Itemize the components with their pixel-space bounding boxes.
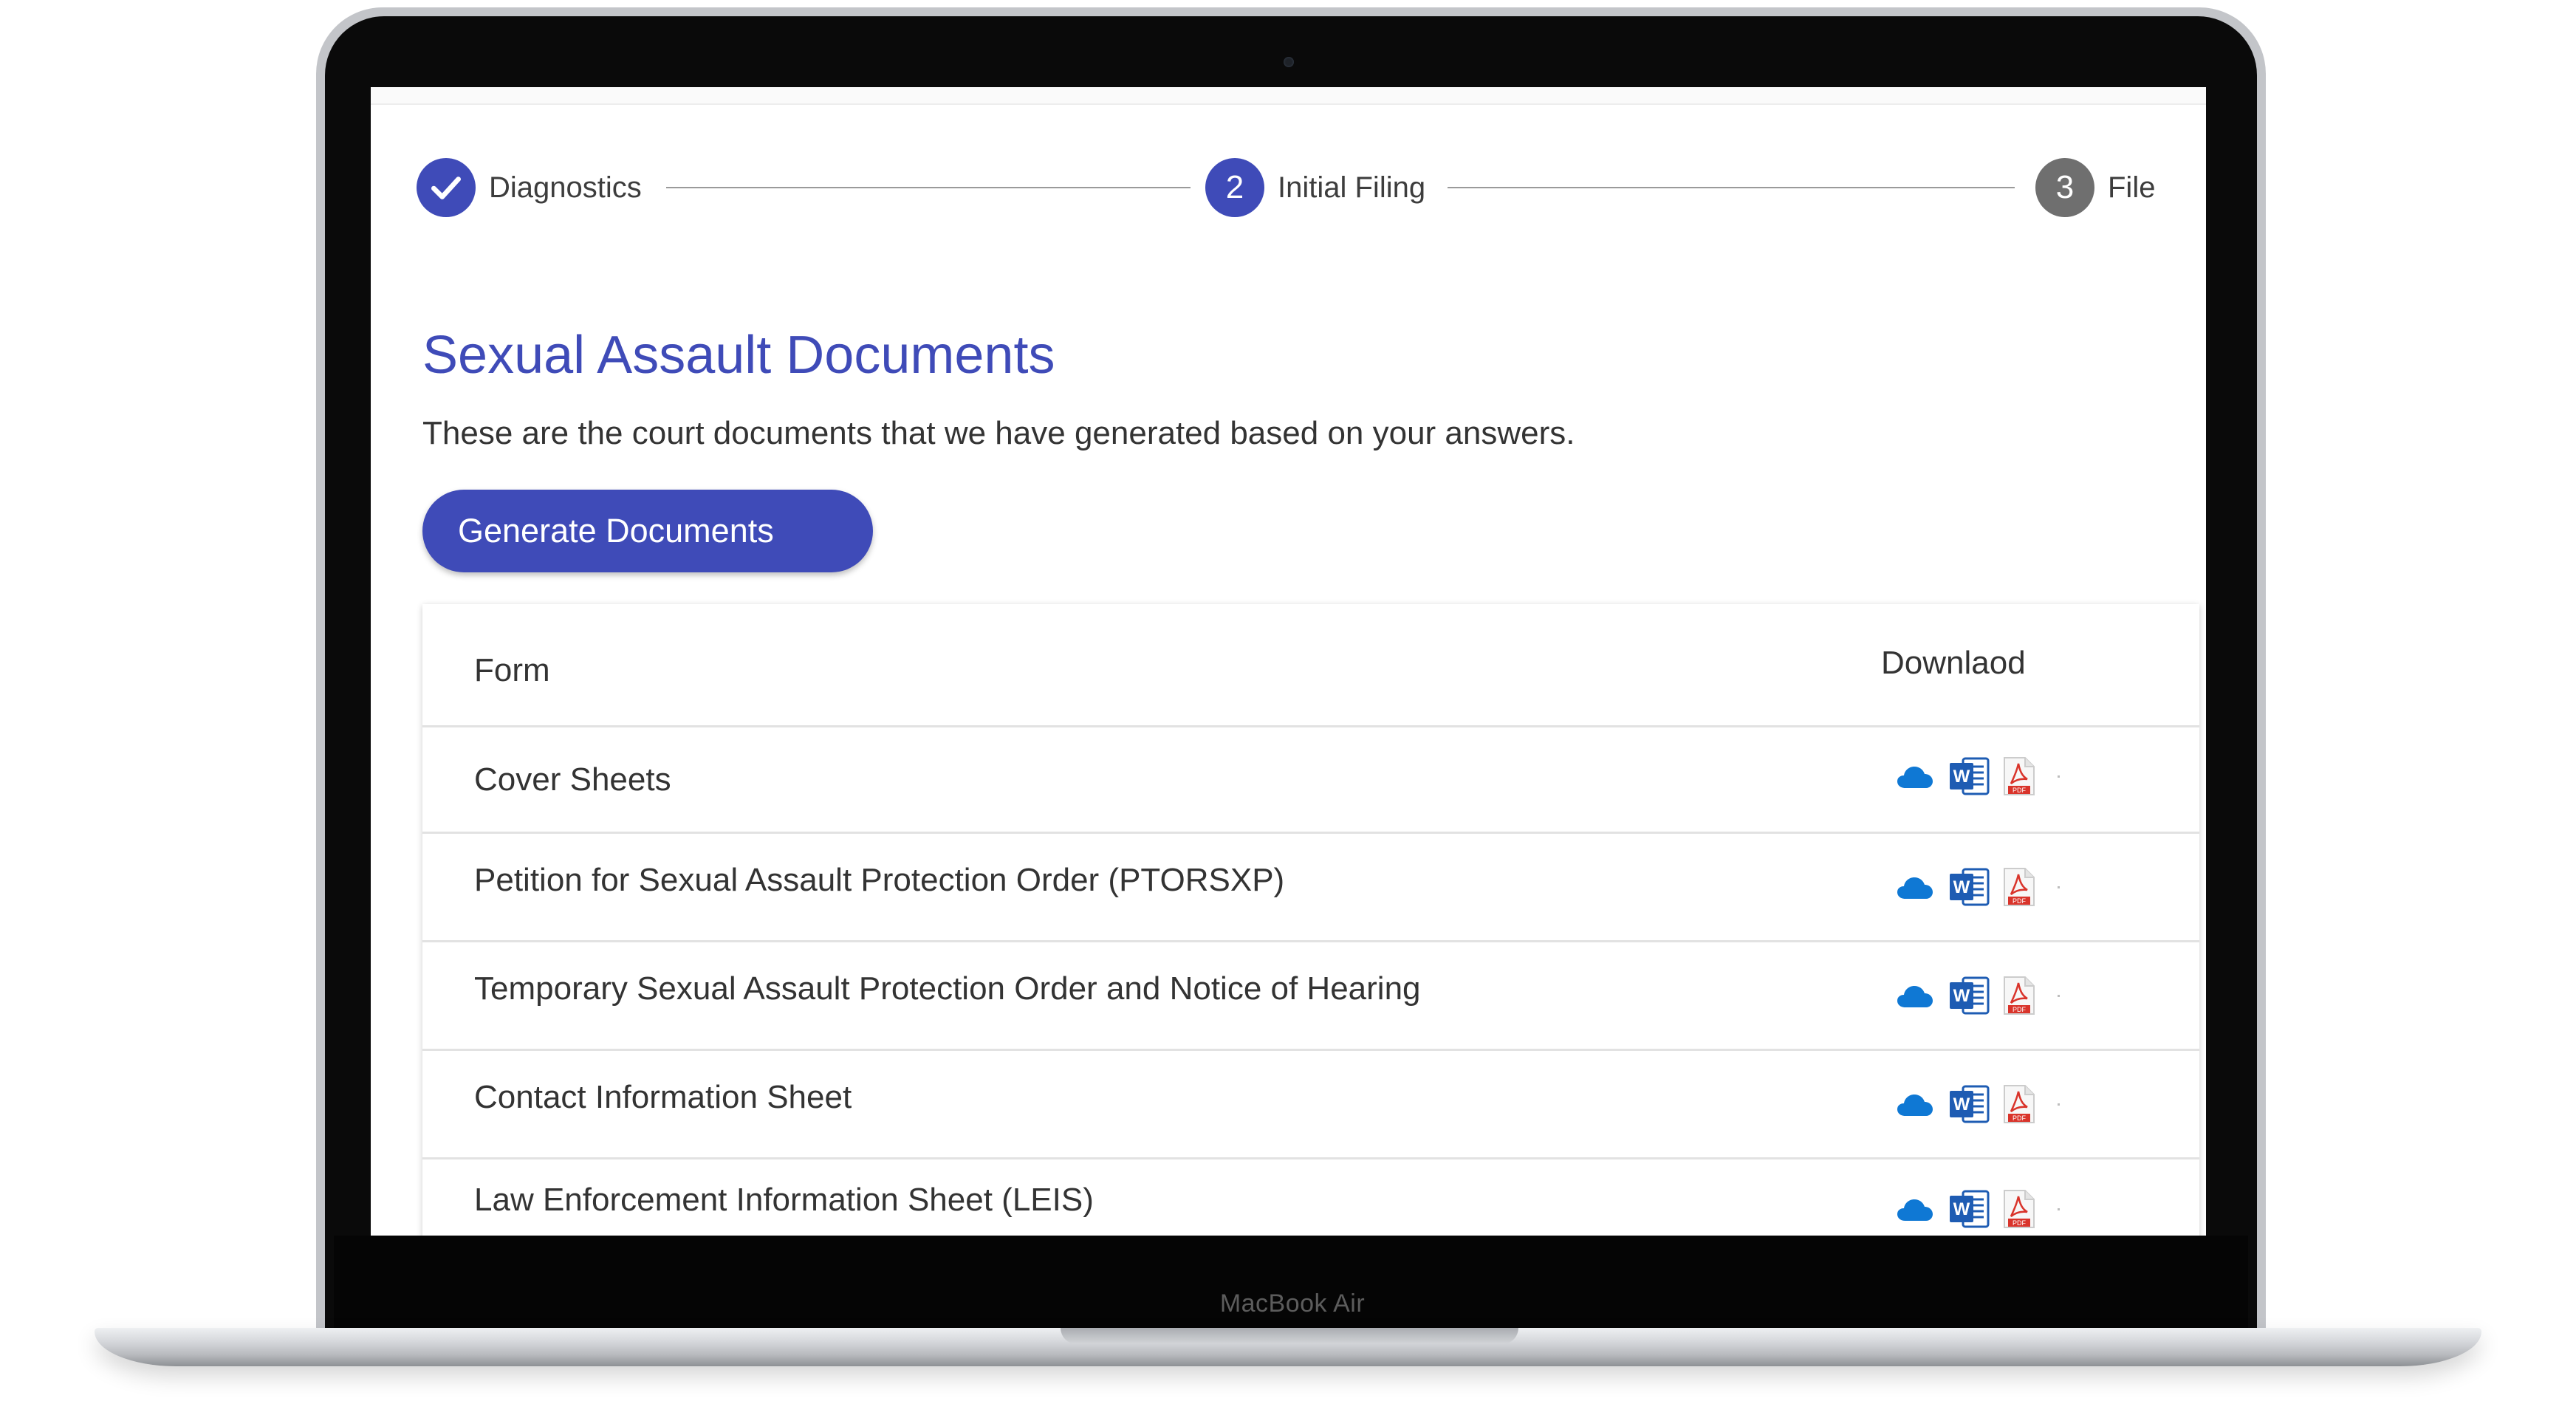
separator-dot [2058, 1103, 2060, 1106]
word-doc-icon[interactable]: W [1948, 867, 1990, 907]
step-initial-filing[interactable]: 2 Initial Filing [1205, 157, 1425, 218]
screen: Diagnostics 2 Initial Filing 3 File Sexu… [371, 87, 2206, 1236]
form-name: Temporary Sexual Assault Protection Orde… [474, 970, 1421, 1007]
step-connector [666, 187, 1191, 188]
download-options: W PDF [1897, 1084, 2060, 1124]
form-name: Cover Sheets [474, 761, 671, 798]
checkmark-icon [417, 158, 476, 217]
generate-documents-button[interactable]: Generate Documents [422, 490, 873, 572]
column-header-download: Downlaod [1881, 645, 2026, 681]
separator-dot [2058, 775, 2060, 778]
product-mockup: MacBook Air Diagnostics 2 Initial Filing… [0, 0, 2576, 1401]
separator-dot [2058, 886, 2060, 888]
svg-text:W: W [1953, 1199, 1970, 1219]
svg-text:W: W [1953, 986, 1970, 1006]
step-number: 3 [2035, 158, 2094, 217]
svg-text:PDF: PDF [2012, 897, 2027, 905]
table-row: Law Enforcement Information Sheet (LEIS)… [422, 1159, 2199, 1236]
separator-dot [2058, 994, 2060, 997]
onedrive-cloud-icon[interactable] [1897, 874, 1933, 900]
pdf-file-icon[interactable]: PDF [2003, 976, 2035, 1015]
separator-dot [2058, 1208, 2060, 1210]
form-name: Petition for Sexual Assault Protection O… [474, 862, 1285, 898]
svg-text:PDF: PDF [2012, 1006, 2027, 1013]
step-number: 2 [1205, 158, 1264, 217]
svg-text:W: W [1953, 1095, 1970, 1114]
step-file[interactable]: 3 File [2035, 157, 2155, 218]
svg-text:PDF: PDF [2012, 1219, 2027, 1227]
table-row: Temporary Sexual Assault Protection Orde… [422, 942, 2199, 1051]
top-bar [371, 87, 2206, 105]
onedrive-cloud-icon[interactable] [1897, 764, 1933, 789]
word-doc-icon[interactable]: W [1948, 976, 1990, 1015]
table-row: Cover Sheets W PDF [422, 725, 2199, 834]
pdf-file-icon[interactable]: PDF [2003, 1189, 2035, 1229]
camera-icon [1284, 57, 1294, 67]
download-options: W PDF [1897, 1189, 2060, 1229]
pdf-file-icon[interactable]: PDF [2003, 867, 2035, 907]
documents-table: Form Downlaod Cover Sheets W PDF Petitio… [422, 604, 2199, 1236]
step-diagnostics[interactable]: Diagnostics [417, 157, 642, 218]
step-connector [1448, 187, 2015, 188]
table-row: Contact Information Sheet W PDF [422, 1051, 2199, 1159]
word-doc-icon[interactable]: W [1948, 756, 1990, 796]
svg-text:PDF: PDF [2012, 787, 2027, 794]
form-name: Law Enforcement Information Sheet (LEIS) [474, 1182, 1094, 1218]
download-options: W PDF [1897, 976, 2060, 1015]
download-options: W PDF [1897, 756, 2060, 796]
svg-text:W: W [1953, 877, 1970, 897]
onedrive-cloud-icon[interactable] [1897, 983, 1933, 1008]
svg-text:PDF: PDF [2012, 1114, 2027, 1122]
page-title: Sexual Assault Documents [422, 326, 1055, 385]
onedrive-cloud-icon[interactable] [1897, 1092, 1933, 1117]
word-doc-icon[interactable]: W [1948, 1189, 1990, 1229]
step-label: Initial Filing [1278, 171, 1426, 204]
table-row: Petition for Sexual Assault Protection O… [422, 834, 2199, 942]
onedrive-cloud-icon[interactable] [1897, 1196, 1933, 1222]
download-options: W PDF [1897, 867, 2060, 907]
form-name: Contact Information Sheet [474, 1079, 852, 1115]
pdf-file-icon[interactable]: PDF [2003, 1084, 2035, 1124]
device-model-label: MacBook Air [1219, 1289, 1366, 1318]
svg-text:W: W [1953, 767, 1970, 787]
laptop-hinge-notch [1061, 1328, 1518, 1344]
pdf-file-icon[interactable]: PDF [2003, 756, 2035, 796]
page-subtitle: These are the court documents that we ha… [422, 415, 1575, 451]
step-label: Diagnostics [489, 171, 642, 204]
word-doc-icon[interactable]: W [1948, 1084, 1990, 1124]
table-header: Form Downlaod [422, 604, 2199, 727]
column-header-form: Form [474, 652, 550, 688]
step-label: File [2108, 171, 2156, 204]
